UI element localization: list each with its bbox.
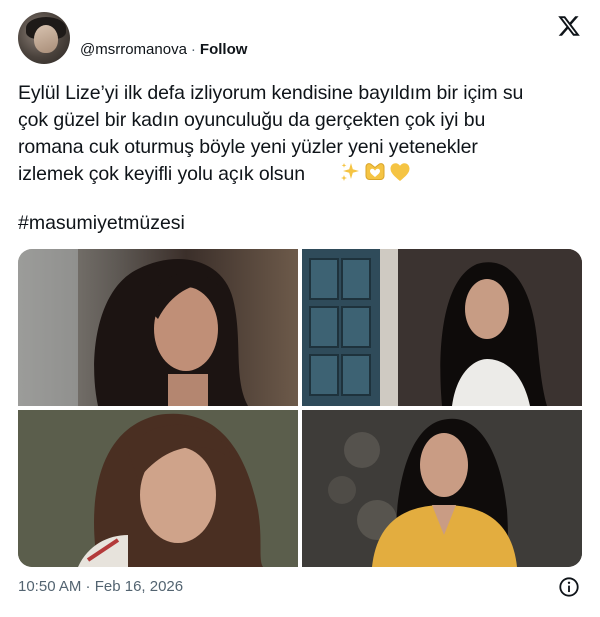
tweet-header: @msrromanova · Follow <box>80 40 247 60</box>
tweet-timestamp[interactable]: 10:50 AM · Feb 16, 2026 <box>18 577 183 597</box>
photo-4[interactable] <box>302 410 582 567</box>
photo-2[interactable] <box>302 249 582 406</box>
photo-3[interactable] <box>18 410 298 567</box>
yellow-heart-icon <box>390 163 410 181</box>
media-grid <box>18 249 582 567</box>
tweet-emojis <box>339 161 411 183</box>
photo-1[interactable] <box>18 249 298 406</box>
follow-button[interactable]: Follow <box>200 41 248 58</box>
tweet-card: @msrromanova · Follow Eylül Lize’yi ilk de… <box>0 0 600 617</box>
hashtag-link[interactable]: #masumiyetmüzesi <box>18 210 185 237</box>
avatar-face <box>34 25 58 53</box>
heart-hands-icon <box>365 163 385 180</box>
x-logo-icon[interactable] <box>557 14 581 38</box>
sparkles-icon <box>341 163 359 181</box>
info-icon[interactable] <box>558 576 580 598</box>
header-separator: · <box>190 41 196 58</box>
tweet-text: Eylül Lize’yi ilk defa izliyorum kendisi… <box>18 82 524 185</box>
author-handle[interactable]: @msrromanova <box>80 41 187 58</box>
avatar[interactable] <box>18 12 70 64</box>
